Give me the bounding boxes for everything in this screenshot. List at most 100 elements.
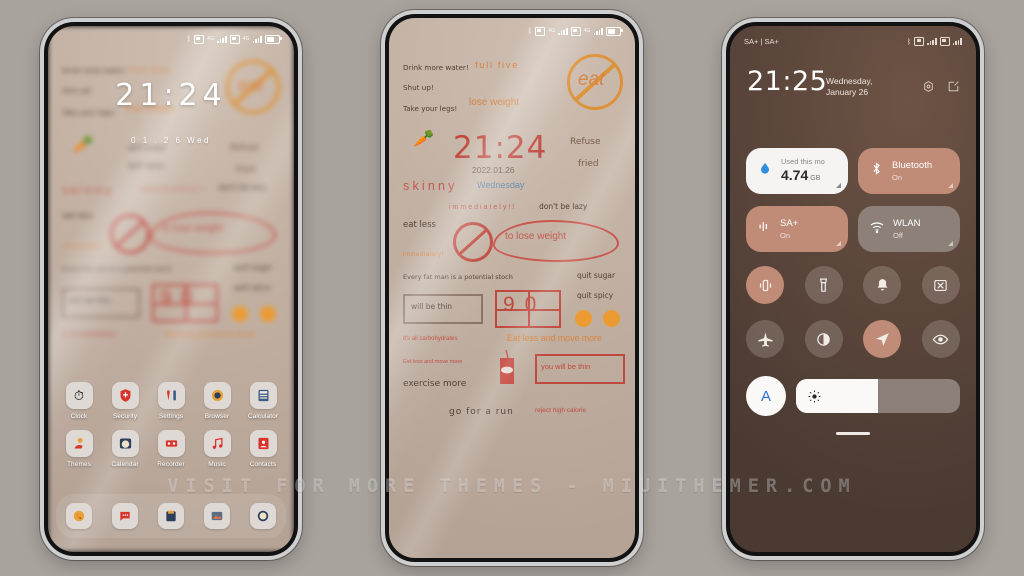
art-take-your-legs: Take your legs!	[403, 104, 458, 113]
art-shut-up: Shut up!	[403, 83, 434, 92]
cc-tile-row-2: SA+ On WLAN Off	[746, 206, 960, 252]
art-eat-less-move-more-small: Eat less and move more	[403, 359, 463, 365]
toggle-dark-mode[interactable]	[804, 320, 843, 358]
expand-corner-icon[interactable]	[836, 241, 841, 246]
bell-icon	[877, 278, 888, 290]
auto-brightness-button[interactable]: A	[746, 376, 786, 416]
airplane-icon	[757, 331, 773, 347]
art-every-fat-man: Every fat man is a potential stoch	[403, 273, 513, 281]
sim-2-network-label: 4G	[583, 28, 591, 34]
toggle-flashlight[interactable]	[804, 266, 843, 304]
cc-header-icons	[922, 80, 960, 98]
art-eat-less-move-more-1: Eat less and move more	[164, 329, 256, 339]
calculator-icon	[249, 382, 277, 409]
browser-icon[interactable]	[250, 503, 276, 529]
app-calendar[interactable]: Calendar	[105, 430, 145, 468]
drag-handle[interactable]	[836, 432, 870, 435]
art-dont-be-lazy: don't be lazy	[539, 202, 588, 211]
art-eat-less-move-more-big: Eat less and move more	[507, 333, 602, 343]
edit-icon[interactable]	[947, 80, 960, 98]
app-themes[interactable]: Themes	[59, 430, 99, 468]
art-immediately-2: immediately!	[62, 244, 103, 250]
battery-icon	[606, 26, 623, 36]
art-fried-1: fried	[236, 165, 256, 175]
art-90: 90	[503, 293, 547, 316]
cc-status-bar: SA+ | SA+ ᛒ	[730, 26, 976, 50]
brightness-icon	[808, 390, 821, 402]
app-recorder[interactable]: Recorder	[151, 430, 191, 468]
phone-2-home-screen: Drink more water! full five Shut up! los…	[381, 10, 643, 566]
cc-circle-row-2	[746, 320, 960, 358]
bluetooth-icon: ᛒ	[186, 35, 192, 43]
tile-title: Used this mo	[781, 157, 825, 166]
art-no-badge-2	[110, 214, 150, 254]
lock-screen-clock: 21:24	[48, 78, 294, 113]
expand-corner-icon[interactable]	[836, 183, 841, 188]
control-center-panel: SA+ | SA+ ᛒ 21:25 Wednesday, January 26	[730, 26, 976, 552]
toggle-reading-mode[interactable]	[921, 320, 960, 358]
themes-icon	[65, 430, 93, 457]
toggle-screenshot[interactable]	[921, 266, 960, 304]
brightness-slider[interactable]	[796, 379, 960, 413]
signal-bars-2-icon	[593, 27, 603, 35]
app-clock[interactable]: ⏱ Clock	[59, 382, 99, 420]
art-carbs-1: it's all carbohydrates	[62, 332, 117, 338]
art-will-be-thin-1: will be thin	[70, 296, 112, 305]
tile-wlan[interactable]: WLAN Off	[858, 206, 960, 252]
app-calculator[interactable]: Calculator	[243, 382, 283, 420]
location-arrow-icon	[875, 332, 889, 346]
phone-3-screen: SA+ | SA+ ᛒ 21:25 Wednesday, January 26	[730, 26, 976, 552]
art-soda-can-icon	[500, 349, 514, 384]
tile-data-usage[interactable]: Used this mo 4.74 GB	[746, 148, 848, 194]
app-security[interactable]: Security	[105, 382, 145, 420]
app-browser[interactable]: Browser	[197, 382, 237, 420]
settings-gear-icon[interactable]	[922, 80, 935, 98]
wallpaper-art-2: Drink more water! full five Shut up! los…	[389, 18, 635, 558]
art-quit-spicy-1: quit spicy	[234, 283, 271, 292]
tile-text: Bluetooth On	[892, 160, 932, 182]
tile-title: WLAN	[893, 218, 921, 229]
toggle-vibrate[interactable]	[746, 266, 784, 304]
screenshot-icon	[934, 279, 948, 291]
notes-icon[interactable]	[158, 503, 184, 529]
messages-icon[interactable]	[112, 503, 138, 529]
phone-2-status-bar: ᛒ 4G 4G	[389, 18, 635, 40]
sim-card-1-icon	[194, 34, 205, 44]
phone-icon[interactable]	[66, 503, 92, 529]
clock-icon: ⏱	[65, 382, 93, 409]
art-90-1: 90	[160, 287, 203, 309]
sim-card-2-icon	[939, 36, 950, 46]
wallpaper-clock: 21:24	[453, 130, 548, 166]
tile-bluetooth[interactable]: Bluetooth On	[858, 148, 960, 194]
art-carrot-icon: 🥕	[413, 129, 435, 148]
lock-clock-time: 21:24	[115, 78, 227, 113]
art-every-fat-man-1: Every fat man is a potential stoch	[62, 265, 172, 273]
expand-corner-icon[interactable]	[948, 241, 953, 246]
gallery-icon[interactable]	[204, 503, 230, 529]
sim-card-1-icon	[914, 36, 925, 46]
expand-corner-icon[interactable]	[948, 183, 953, 188]
app-music[interactable]: Music	[197, 430, 237, 468]
contrast-icon	[817, 332, 830, 346]
sim-card-2-icon	[229, 34, 240, 44]
toggle-location[interactable]	[863, 320, 902, 358]
app-label: Recorder	[157, 461, 185, 468]
app-settings[interactable]: Settings	[151, 382, 191, 420]
art-will-be-thin: will be thin	[411, 302, 453, 311]
signal-bars-1-icon	[927, 37, 937, 45]
tile-mobile-data[interactable]: SA+ On	[746, 206, 848, 252]
art-no-badge-2	[453, 222, 493, 262]
cc-tile-row-1: Used this mo 4.74 GB Bluetooth On	[746, 148, 960, 194]
phone-2-screen: Drink more water! full five Shut up! los…	[389, 18, 635, 558]
tile-unit: GB	[810, 175, 821, 182]
phone-3-control-center: SA+ | SA+ ᛒ 21:25 Wednesday, January 26	[722, 18, 984, 560]
art-skinny-1: skinny	[62, 183, 115, 197]
art-eat-word: eat	[578, 69, 605, 90]
signal-icon	[757, 219, 772, 239]
tile-state: On	[892, 173, 903, 182]
toggle-airplane-mode[interactable]	[746, 320, 784, 358]
app-row-2: Themes Calendar Recorder Music Contacts	[48, 430, 294, 468]
art-refuse: Refuse	[570, 137, 601, 147]
toggle-silent[interactable]	[863, 266, 902, 304]
app-contacts[interactable]: Contacts	[243, 430, 283, 468]
